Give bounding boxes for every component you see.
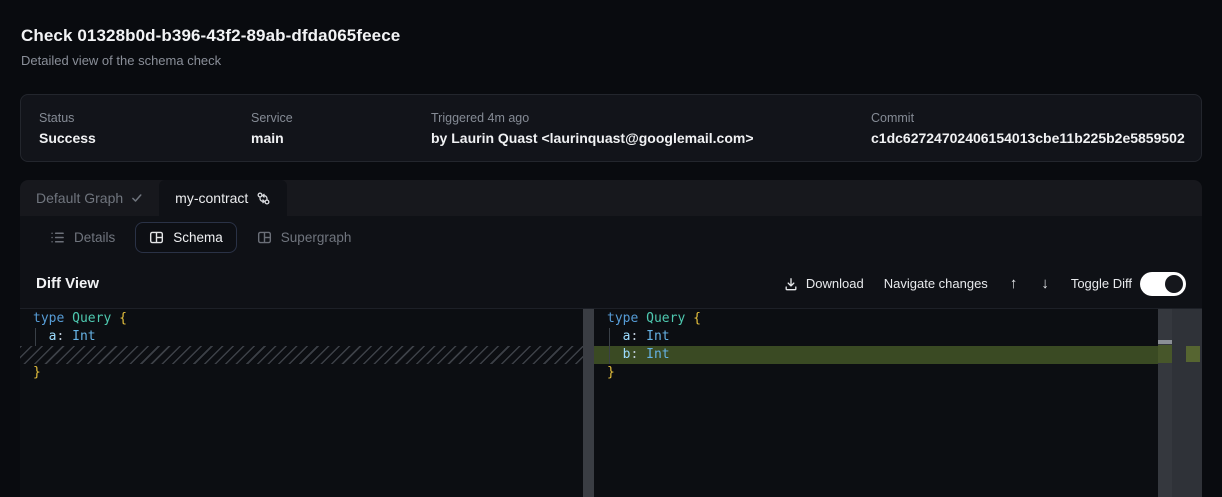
previous-change-button[interactable]: ↑ (1008, 276, 1020, 291)
meta-status: Status Success (39, 111, 96, 146)
indent-guide (609, 328, 610, 346)
graph-tab-bar: Default Graph my-contract (20, 180, 1202, 216)
diff-view-title: Diff View (36, 275, 99, 292)
minimap-map (1172, 309, 1202, 497)
triggered-label: Triggered 4m ago (431, 111, 754, 125)
service-value: main (251, 130, 293, 146)
check-icon (131, 192, 143, 204)
columns-icon (257, 230, 272, 245)
navigate-changes-label: Navigate changes (884, 276, 988, 291)
git-compare-icon (256, 191, 271, 206)
minimap-scrollbar-track[interactable] (1158, 309, 1172, 497)
diff-controls: Download Navigate changes ↑ ↓ Toggle Dif… (784, 272, 1186, 296)
code-line: type Query { (594, 310, 1158, 328)
columns-icon (149, 230, 164, 245)
tab-default-graph-label: Default Graph (36, 190, 123, 206)
tab-schema[interactable]: Schema (135, 222, 237, 253)
tab-my-contract-label: my-contract (175, 190, 248, 206)
download-label: Download (806, 276, 864, 291)
check-meta-card: Status Success Service main Triggered 4m… (20, 94, 1202, 162)
diff-pane-original: type Query { a: Int} (20, 309, 583, 497)
service-label: Service (251, 111, 293, 125)
tab-schema-label: Schema (173, 230, 223, 245)
status-value: Success (39, 130, 96, 146)
arrow-up-icon: ↑ (1010, 275, 1018, 292)
left-editor-scrollbar[interactable] (583, 309, 594, 497)
code-line: a: Int (594, 328, 1158, 346)
toggle-diff-switch[interactable] (1140, 272, 1186, 296)
code-line: a: Int (20, 328, 583, 346)
meta-commit: Commit c1dc62724702406154013cbe11b225b2e… (871, 111, 1185, 146)
arrow-down-icon: ↓ (1041, 275, 1049, 292)
code-line: } (594, 364, 1158, 382)
minimap-slider[interactable] (1158, 340, 1172, 344)
tab-details[interactable]: Details (36, 222, 129, 253)
page-header: Check 01328b0d-b396-43f2-89ab-dfda065fee… (21, 26, 400, 68)
added-code-line: b: Int (594, 346, 1158, 364)
page-title: Check 01328b0d-b396-43f2-89ab-dfda065fee… (21, 26, 400, 46)
tab-supergraph-label: Supergraph (281, 230, 352, 245)
code-line: } (20, 364, 583, 382)
download-button[interactable]: Download (784, 276, 864, 291)
meta-service: Service main (251, 111, 293, 146)
commit-label: Commit (871, 111, 1185, 125)
meta-triggered: Triggered 4m ago by Laurin Quast <laurin… (431, 111, 754, 146)
toggle-knob (1165, 275, 1183, 293)
modified-code: type Query { a: Int b: Int} (594, 309, 1158, 497)
tab-default-graph[interactable]: Default Graph (20, 180, 159, 216)
status-label: Status (39, 111, 96, 125)
check-detail-panel: Default Graph my-contract Details (20, 180, 1202, 497)
diff-pane-modified: + type Query { a: Int b: Int} (594, 309, 1202, 497)
tab-details-label: Details (74, 230, 115, 245)
page-subtitle: Detailed view of the schema check (21, 53, 400, 68)
editor-minimap[interactable] (1158, 309, 1202, 497)
indent-guide (609, 346, 610, 364)
toggle-diff-control: Toggle Diff (1071, 272, 1186, 296)
next-change-button[interactable]: ↓ (1039, 276, 1051, 291)
code-line: type Query { (20, 310, 583, 328)
commit-value: c1dc62724702406154013cbe11b225b2e5859502 (871, 130, 1185, 146)
change-marker-overview (1158, 345, 1172, 363)
tab-supergraph[interactable]: Supergraph (243, 222, 366, 253)
schema-diff-editor: type Query { a: Int} + type Query { a: I… (20, 309, 1202, 497)
list-icon (50, 230, 65, 245)
view-tab-bar: Details Schema Supergraph (20, 216, 1202, 259)
indent-guide (35, 328, 36, 346)
tab-my-contract[interactable]: my-contract (159, 180, 287, 216)
original-code: type Query { a: Int} (20, 309, 583, 497)
toggle-diff-label: Toggle Diff (1071, 276, 1132, 291)
diff-header: Diff View Download Navigate changes ↑ ↓ … (20, 259, 1202, 309)
change-marker-minimap (1186, 346, 1200, 362)
download-icon (784, 277, 798, 291)
triggered-value: by Laurin Quast <laurinquast@googlemail.… (431, 130, 754, 146)
placeholder-hatch-line (20, 346, 583, 364)
